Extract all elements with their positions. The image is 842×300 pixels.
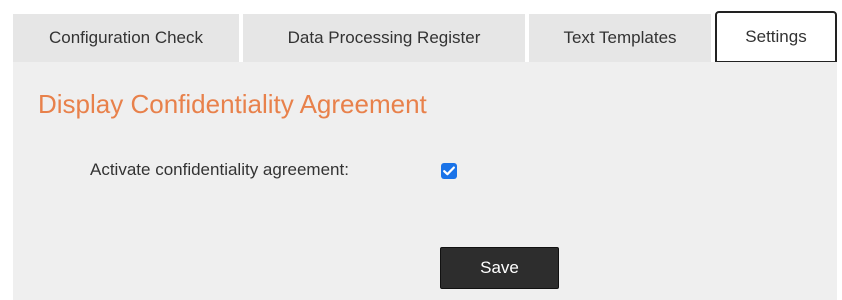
tab-text-templates[interactable]: Text Templates bbox=[529, 14, 711, 62]
tab-bar: Configuration Check Data Processing Regi… bbox=[0, 0, 842, 64]
section-title: Display Confidentiality Agreement bbox=[38, 89, 427, 119]
checkmark-icon bbox=[443, 166, 455, 176]
activate-confidentiality-label: Activate confidentiality agreement: bbox=[90, 160, 349, 179]
tab-settings[interactable]: Settings bbox=[715, 11, 837, 63]
tab-data-processing-register[interactable]: Data Processing Register bbox=[243, 14, 525, 62]
settings-panel: Display Confidentiality Agreement Activa… bbox=[13, 62, 837, 300]
save-button[interactable]: Save bbox=[440, 247, 559, 289]
tab-configuration-check[interactable]: Configuration Check bbox=[13, 14, 239, 62]
activate-confidentiality-checkbox[interactable] bbox=[441, 163, 457, 179]
